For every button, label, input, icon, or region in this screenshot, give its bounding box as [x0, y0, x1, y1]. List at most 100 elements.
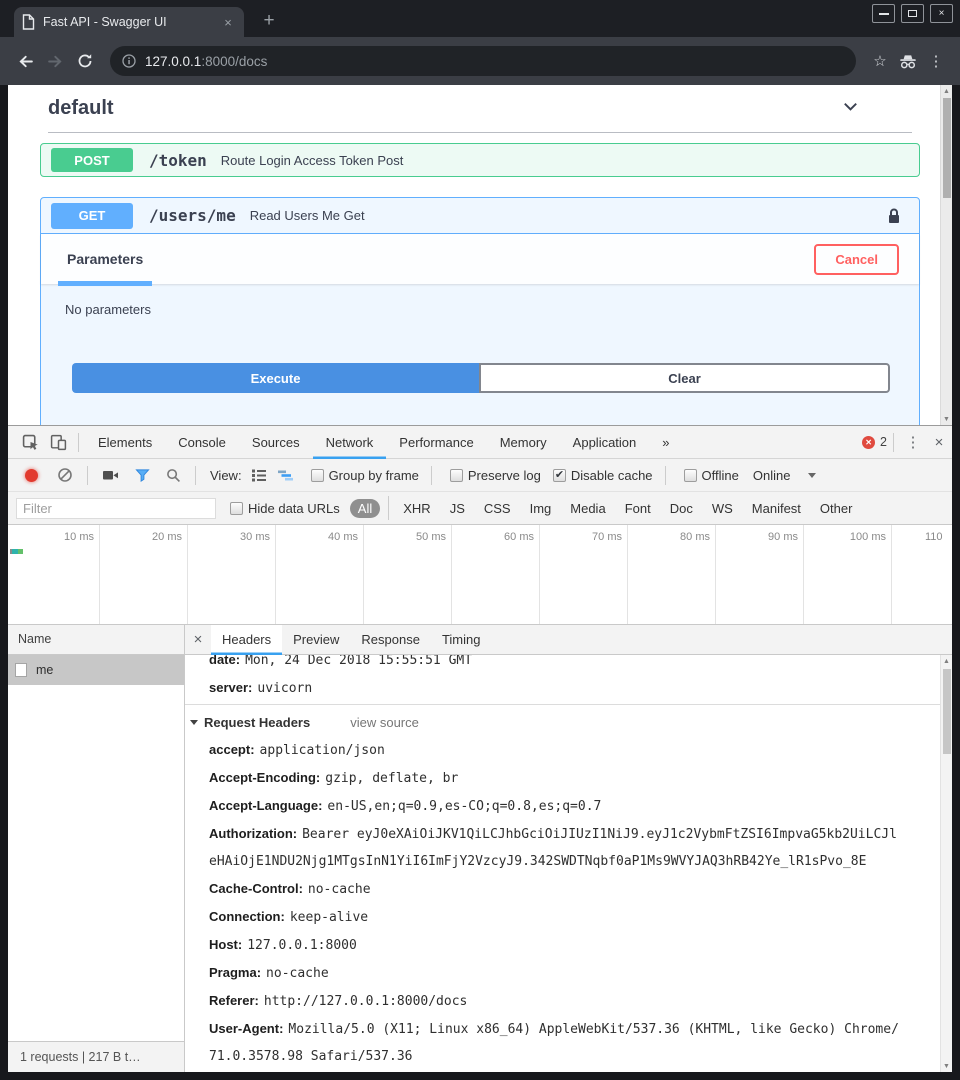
details-tab[interactable]: Preview [282, 625, 350, 655]
request-waterfall-bar [10, 549, 23, 554]
devtools-tab[interactable]: Network [313, 426, 387, 459]
checkbox-icon [553, 469, 566, 482]
capture-screenshots-button[interactable] [102, 468, 119, 482]
endpoint-path: /token [149, 151, 207, 170]
scroll-down-icon[interactable]: ▼ [941, 413, 952, 425]
maximize-button[interactable] [901, 4, 924, 23]
filter-type[interactable]: CSS [476, 499, 519, 518]
record-button[interactable] [25, 469, 38, 482]
close-window-button[interactable]: × [930, 4, 953, 23]
name-column-header[interactable]: Name [8, 625, 184, 655]
search-button[interactable] [166, 468, 181, 483]
endpoint-get-row[interactable]: GET /users/me Read Users Me Get [41, 198, 919, 234]
checkbox-preserve-log[interactable]: Preserve log [450, 468, 541, 483]
separator [78, 433, 79, 452]
endpoint-post-row[interactable]: POST /token Route Login Access Token Pos… [40, 143, 920, 177]
endpoint-get-block: GET /users/me Read Users Me Get Paramete… [40, 197, 920, 425]
separator [893, 433, 894, 452]
filter-type[interactable]: WS [704, 499, 741, 518]
details-scrollbar[interactable]: ▲ ▼ [940, 655, 952, 1072]
view-waterfall-button[interactable] [277, 468, 294, 483]
checkbox-hide-data-urls[interactable]: Hide data URLs [230, 501, 340, 516]
request-row[interactable]: me [8, 655, 184, 685]
address-bar[interactable]: 127.0.0.1:8000/docs [110, 46, 856, 76]
filter-type[interactable]: JS [442, 499, 473, 518]
more-tabs-button[interactable]: » [649, 426, 682, 459]
filter-type[interactable]: Manifest [744, 499, 809, 518]
filter-type[interactable]: Media [562, 499, 613, 518]
checkbox-disable-cache[interactable]: Disable cache [553, 468, 653, 483]
checkbox-label: Hide data URLs [248, 501, 340, 516]
dropdown-arrow-icon [808, 473, 816, 478]
devtools-menu-button[interactable]: ⋮ [900, 433, 926, 451]
filter-type[interactable]: Other [812, 499, 861, 518]
response-header-row: dateMon, 24 Dec 2018 15:55:51 GMT [185, 655, 940, 674]
browser-tab[interactable]: Fast API - Swagger UI × [14, 7, 244, 37]
endpoint-path: /users/me [149, 206, 236, 225]
execute-button[interactable]: Execute [72, 363, 479, 393]
header-name: User-Agent [209, 1021, 283, 1036]
scroll-down-icon[interactable]: ▼ [941, 1060, 952, 1072]
details-close-button[interactable]: × [185, 631, 211, 648]
details-tab[interactable]: Response [350, 625, 431, 655]
throttling-dropdown[interactable]: Online [753, 468, 817, 483]
filter-type[interactable]: Font [617, 499, 659, 518]
error-badge[interactable]: ✕ 2 [862, 435, 887, 449]
details-tab[interactable]: Headers [211, 625, 282, 655]
request-header-row: Pragmano-cache [185, 959, 940, 987]
checkbox-icon [311, 469, 324, 482]
devtools-tab[interactable]: Console [165, 426, 239, 459]
parameters-tab[interactable]: Parameters [65, 234, 145, 284]
view-list-button[interactable] [251, 468, 267, 483]
checkbox-offline[interactable]: Offline [684, 468, 739, 483]
forward-button[interactable] [40, 46, 70, 76]
scroll-up-icon[interactable]: ▲ [941, 85, 952, 97]
header-value: keep-alive [290, 910, 368, 925]
scroll-up-icon[interactable]: ▲ [941, 655, 952, 667]
close-icon: × [939, 8, 945, 19]
reload-button[interactable] [70, 46, 100, 76]
parameters-header: Parameters Cancel [41, 234, 919, 284]
filter-type[interactable]: Img [522, 499, 560, 518]
request-headers-section-header[interactable]: Request Headers view source [185, 709, 940, 736]
view-source-link[interactable]: view source [350, 709, 419, 736]
scrollbar-thumb[interactable] [943, 98, 951, 198]
page-scrollbar[interactable]: ▲ ▼ [940, 85, 952, 425]
view-label: View: [210, 468, 242, 483]
chevron-down-icon[interactable] [841, 97, 860, 121]
header-value: http://127.0.0.1:8000/docs [264, 994, 468, 1009]
devtools-tab[interactable]: Sources [239, 426, 313, 459]
auth-lock-button[interactable] [887, 207, 901, 225]
browser-menu-button[interactable]: ⋮ [922, 47, 950, 75]
waterfall-view-icon [277, 468, 294, 483]
incognito-badge [894, 47, 922, 75]
filter-toggle-button[interactable] [135, 468, 150, 483]
inspect-element-button[interactable] [16, 428, 44, 456]
header-name: Connection [209, 909, 285, 924]
clear-requests-button[interactable] [57, 467, 73, 483]
device-toolbar-button[interactable] [44, 428, 72, 456]
cancel-button[interactable]: Cancel [814, 244, 899, 275]
clear-button[interactable]: Clear [479, 363, 890, 393]
minimize-button[interactable] [872, 4, 895, 23]
tab-close-icon[interactable]: × [220, 15, 236, 30]
devtools-close-button[interactable]: × [926, 434, 952, 451]
section-title: default [48, 97, 114, 120]
section-header[interactable]: default [48, 85, 912, 133]
filter-type[interactable]: XHR [395, 499, 438, 518]
scrollbar-thumb[interactable] [943, 669, 951, 754]
devtools-tab[interactable]: Performance [386, 426, 486, 459]
filter-type[interactable]: All [350, 499, 380, 518]
filter-input[interactable] [16, 498, 216, 519]
timeline-tick: 50 ms [364, 525, 452, 624]
devtools-tab[interactable]: Memory [487, 426, 560, 459]
back-button[interactable] [10, 46, 40, 76]
details-tab[interactable]: Timing [431, 625, 492, 655]
checkbox-group-by-frame[interactable]: Group by frame [311, 468, 419, 483]
bookmark-button[interactable]: ☆ [866, 47, 894, 75]
new-tab-button[interactable]: + [256, 8, 282, 34]
filter-type[interactable]: Doc [662, 499, 701, 518]
devtools-tab[interactable]: Application [560, 426, 650, 459]
devtools-tab[interactable]: Elements [85, 426, 165, 459]
network-overview-timeline[interactable]: 10 ms 20 ms 30 ms 40 ms 50 ms 60 ms 70 m… [8, 525, 952, 625]
